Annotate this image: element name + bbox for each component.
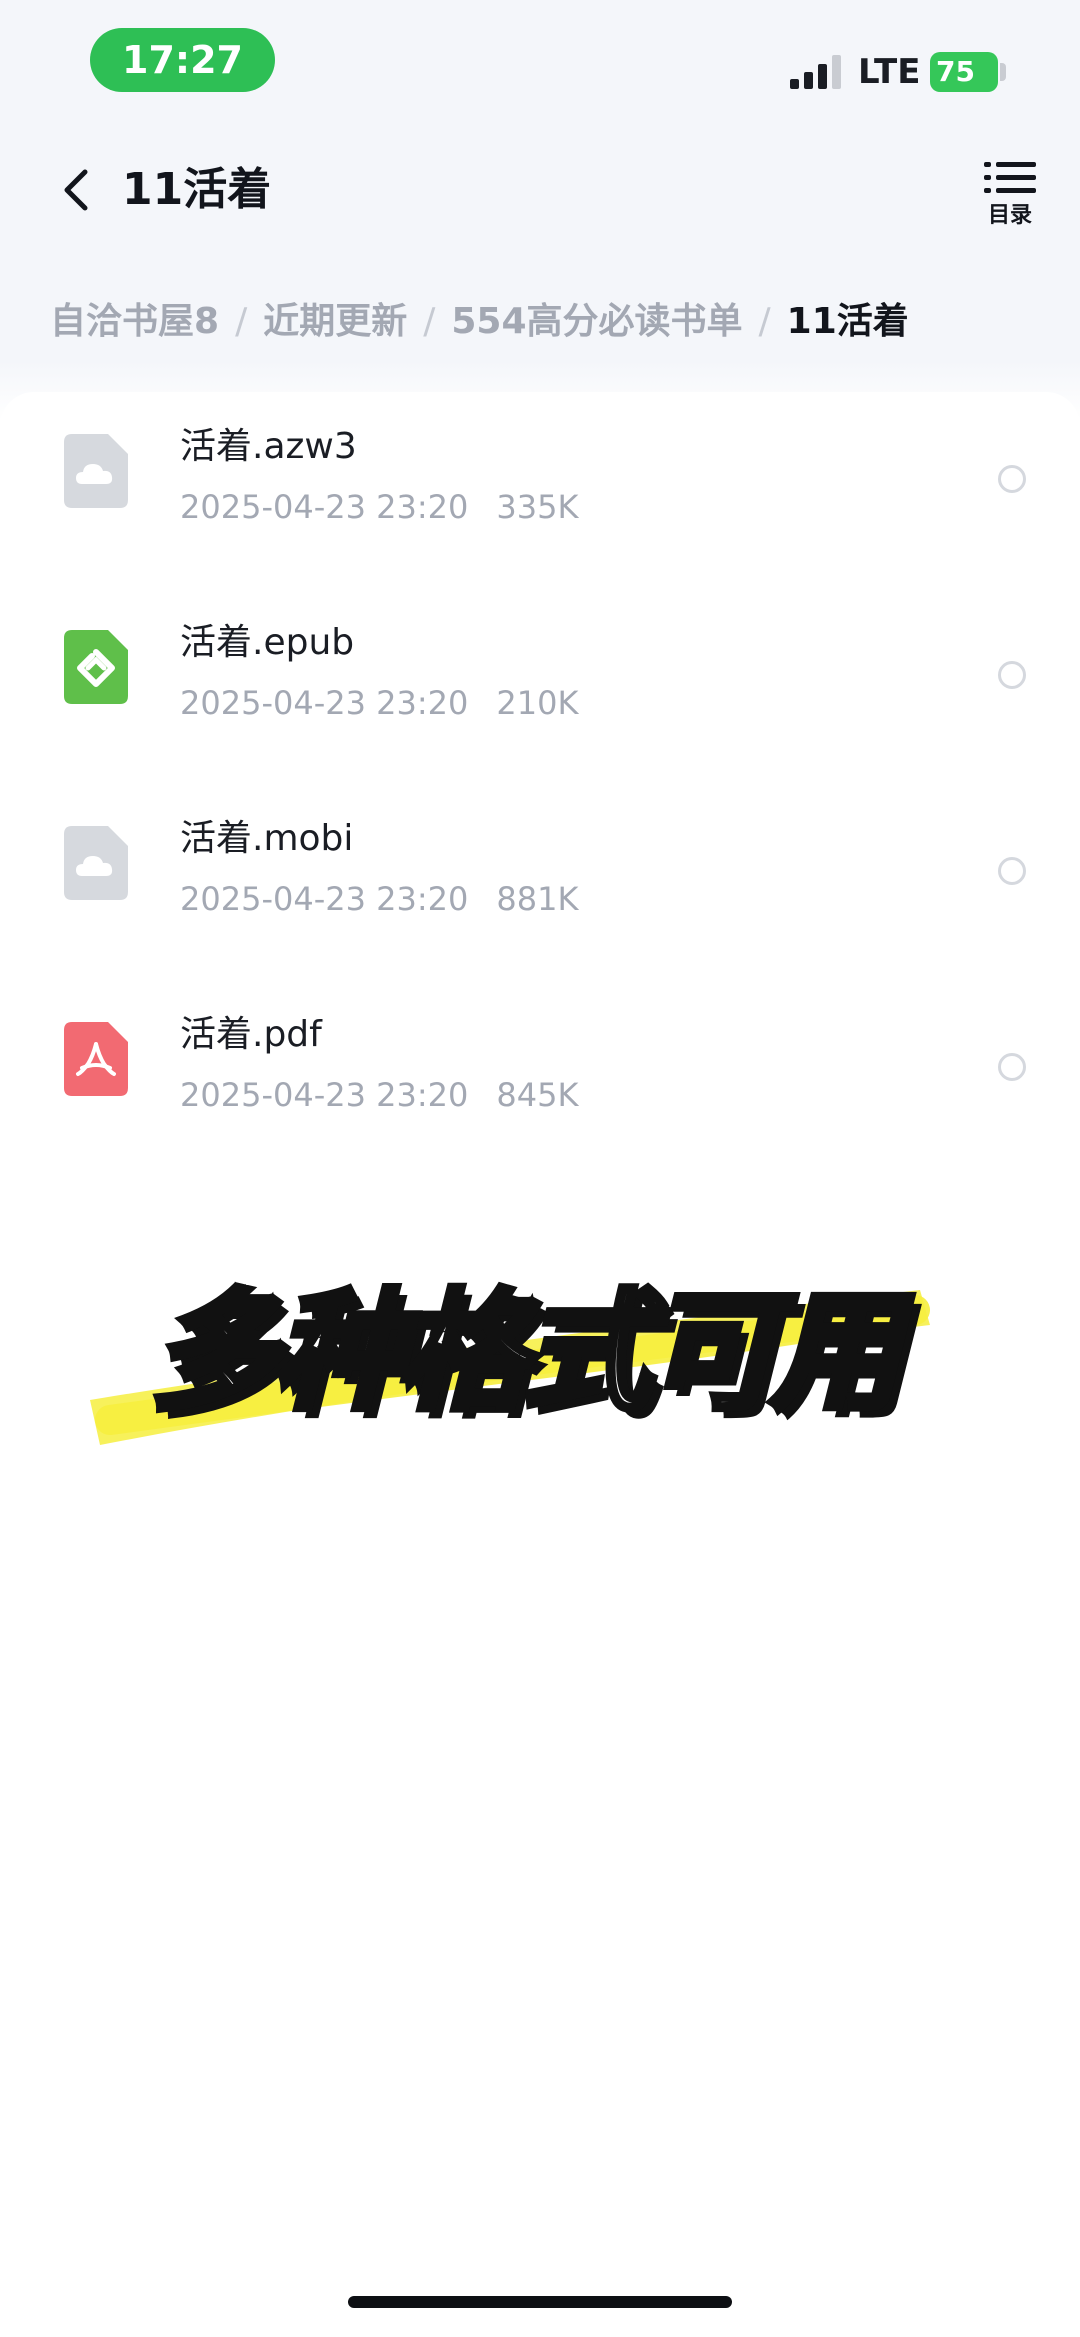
file-size: 881K xyxy=(496,880,579,918)
select-radio[interactable] xyxy=(998,465,1026,493)
list-icon xyxy=(984,162,1036,193)
cloud-file-icon xyxy=(64,826,128,900)
caption-text: 多种格式可用 xyxy=(147,1273,903,1431)
screen: 17:27 LTE 75 11活着 目录 自洽书屋8 / 近期更新 / 554高… xyxy=(0,0,1080,2337)
breadcrumb-separator: / xyxy=(423,301,436,342)
battery-icon: 75 xyxy=(930,52,998,92)
chevron-left-icon xyxy=(64,169,88,211)
select-radio[interactable] xyxy=(998,857,1026,885)
breadcrumb-item-current: 11活着 xyxy=(786,301,909,342)
header: 11活着 目录 xyxy=(0,140,1080,240)
breadcrumb-item-booklist[interactable]: 554高分必读书单 xyxy=(451,292,742,352)
breadcrumb-separator: / xyxy=(758,301,771,342)
page-title: 11活着 xyxy=(122,164,272,215)
file-row-pdf[interactable]: 活着.pdf 2025-04-23 23:20 845K xyxy=(0,980,1080,1176)
file-meta: 2025-04-23 23:20 335K xyxy=(180,484,578,530)
cellular-signal-icon xyxy=(790,55,844,89)
epub-file-icon xyxy=(64,630,128,704)
file-meta: 2025-04-23 23:20 210K xyxy=(180,680,578,726)
file-name: 活着.mobi xyxy=(180,818,354,859)
file-size: 845K xyxy=(496,1076,579,1114)
file-date: 2025-04-23 23:20 xyxy=(180,684,469,722)
status-bar: 17:27 LTE 75 xyxy=(0,0,1080,130)
breadcrumb-separator: / xyxy=(235,301,248,342)
caption-overlay: 多种格式可用 xyxy=(70,1250,950,1470)
file-name: 活着.pdf xyxy=(180,1014,322,1055)
toc-label: 目录 xyxy=(987,203,1032,228)
battery-cap xyxy=(1000,63,1006,81)
file-date: 2025-04-23 23:20 xyxy=(180,488,469,526)
toc-button[interactable]: 目录 xyxy=(975,158,1045,238)
cloud-file-icon xyxy=(64,434,128,508)
file-size: 210K xyxy=(496,684,579,722)
file-name: 活着.azw3 xyxy=(180,426,357,467)
file-date: 2025-04-23 23:20 xyxy=(180,1076,469,1114)
select-radio[interactable] xyxy=(998,1053,1026,1081)
breadcrumb: 自洽书屋8 / 近期更新 / 554高分必读书单 / 11活着 xyxy=(50,292,909,352)
battery-level: 75 xyxy=(936,55,975,88)
select-radio[interactable] xyxy=(998,661,1026,689)
breadcrumb-item-root[interactable]: 自洽书屋8 xyxy=(50,292,219,352)
status-time: 17:27 xyxy=(90,28,275,92)
network-type: LTE xyxy=(858,52,921,92)
file-row-azw3[interactable]: 活着.azw3 2025-04-23 23:20 335K xyxy=(0,392,1080,588)
file-name: 活着.epub xyxy=(180,622,355,663)
file-size: 335K xyxy=(496,488,579,526)
pdf-file-icon xyxy=(64,1022,128,1096)
home-indicator[interactable] xyxy=(348,2296,732,2308)
file-date: 2025-04-23 23:20 xyxy=(180,880,469,918)
file-meta: 2025-04-23 23:20 881K xyxy=(180,876,578,922)
breadcrumb-item-recent[interactable]: 近期更新 xyxy=(263,292,407,352)
file-meta: 2025-04-23 23:20 845K xyxy=(180,1072,578,1118)
file-row-mobi[interactable]: 活着.mobi 2025-04-23 23:20 881K xyxy=(0,784,1080,980)
back-button[interactable] xyxy=(55,160,105,220)
file-row-epub[interactable]: 活着.epub 2025-04-23 23:20 210K xyxy=(0,588,1080,784)
